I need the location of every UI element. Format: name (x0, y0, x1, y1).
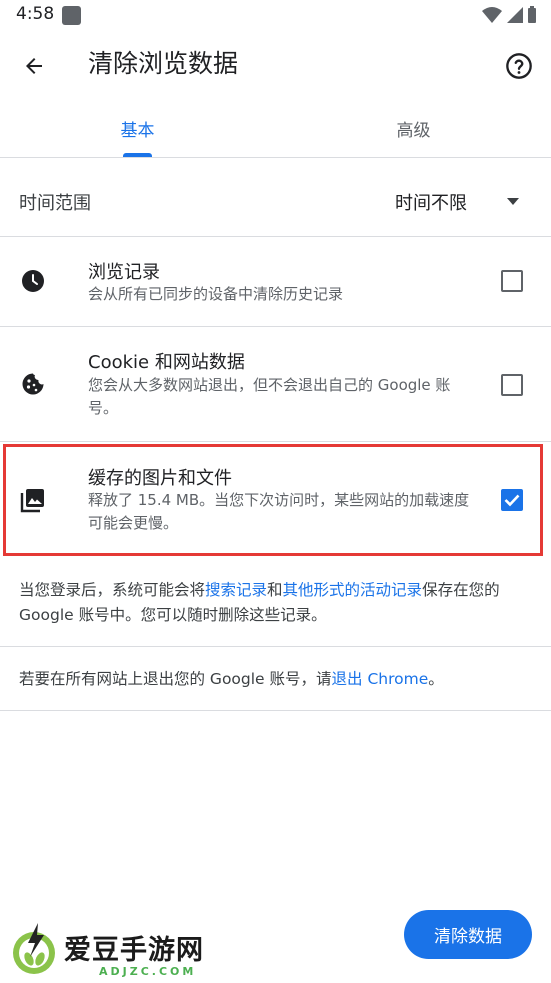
divider (0, 710, 551, 711)
notice-text: 和 (267, 581, 283, 599)
page-title: 清除浏览数据 (88, 49, 239, 78)
divider (0, 441, 551, 442)
time-range-select[interactable]: 时间不限 (395, 189, 467, 215)
cache-checkbox[interactable] (501, 489, 523, 511)
status-time: 4:58 (16, 4, 55, 24)
notice-signout: 若要在所有网站上退出您的 Google 账号，请退出 Chrome。 (19, 667, 529, 692)
watermark-logo (8, 921, 60, 977)
dropdown-arrow-icon[interactable] (503, 194, 523, 208)
watermark-name: 爱豆手游网 (64, 935, 204, 966)
help-icon (506, 53, 532, 79)
history-checkbox[interactable] (501, 270, 523, 292)
status-icons (481, 5, 537, 29)
time-range-label: 时间范围 (19, 193, 91, 214)
signal-icon (507, 7, 523, 23)
option-title-history: 浏览记录 (88, 262, 160, 283)
option-title-cache: 缓存的图片和文件 (88, 468, 232, 489)
cookie-icon (20, 371, 46, 397)
watermark-url: ADJZC.COM (99, 965, 197, 978)
divider (0, 236, 551, 237)
other-activity-link[interactable]: 其他形式的活动记录 (283, 581, 423, 599)
check-icon (504, 494, 520, 507)
notice-sync: 当您登录后，系统可能会将搜索记录和其他形式的活动记录保存在您的 Google 账… (19, 578, 529, 628)
notification-icon (62, 6, 81, 25)
notice-text: 若要在所有网站上退出您的 Google 账号，请 (19, 670, 332, 688)
notice-text: 当您登录后，系统可能会将 (19, 581, 206, 599)
help-button[interactable] (497, 44, 541, 88)
option-desc-cache: 释放了 15.4 MB。当您下次访问时，某些网站的加载速度可能会更慢。 (88, 491, 470, 532)
option-desc-cookies: 您会从大多数网站退出，但不会退出自己的 Google 账号。 (88, 376, 451, 417)
tab-advanced[interactable]: 高级 (276, 116, 551, 141)
battery-icon (528, 6, 536, 23)
clear-data-button[interactable]: 清除数据 (404, 910, 532, 959)
option-title-cookies: Cookie 和网站数据 (88, 352, 245, 373)
search-history-link[interactable]: 搜索记录 (205, 581, 267, 599)
tab-basic[interactable]: 基本 (0, 116, 275, 141)
wifi-icon (482, 7, 502, 23)
arrow-back-icon (26, 58, 42, 74)
divider (0, 326, 551, 327)
sign-out-chrome-link[interactable]: 退出 Chrome (332, 670, 429, 688)
notice-text: 。 (428, 670, 444, 688)
option-desc-history: 会从所有已同步的设备中清除历史记录 (88, 285, 344, 303)
divider (0, 157, 551, 158)
image-icon (20, 487, 46, 513)
back-button[interactable] (14, 46, 54, 86)
divider (0, 646, 551, 647)
cookies-checkbox[interactable] (501, 374, 523, 396)
clock-icon (20, 268, 46, 294)
